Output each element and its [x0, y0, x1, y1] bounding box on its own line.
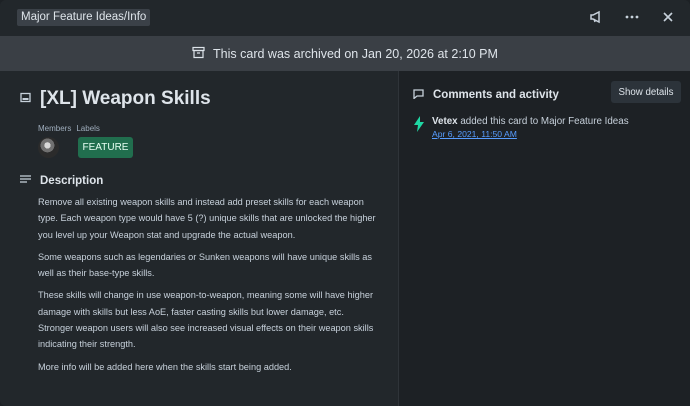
- activity-icon: [413, 86, 424, 104]
- label-badge[interactable]: FEATURE: [78, 137, 133, 158]
- card-modal: Major Feature Ideas/Info This card was a…: [0, 0, 690, 406]
- title-row: [XL] Weapon Skills: [20, 88, 211, 110]
- card-icon: [20, 90, 31, 108]
- meta-labels: Members Labels: [38, 124, 100, 133]
- archived-text: This card was archived on Jan 20, 2026 a…: [213, 46, 498, 61]
- description-icon: [20, 172, 31, 190]
- breadcrumb[interactable]: Major Feature Ideas/Info: [17, 9, 151, 26]
- lightning-icon: [413, 116, 425, 132]
- header-actions: [588, 9, 676, 25]
- modal-header: Major Feature Ideas/Info: [0, 0, 690, 36]
- activity-action: added this card to Major Feature Ideas: [457, 116, 629, 127]
- archive-icon: [192, 46, 205, 62]
- avatar[interactable]: [38, 137, 59, 158]
- description-heading: Description: [40, 175, 104, 187]
- activity-item: Vetex added this card to Major Feature I…: [413, 115, 678, 141]
- show-details-button[interactable]: Show details: [611, 81, 681, 103]
- description-header: Description: [20, 172, 103, 190]
- members-label: Members: [38, 124, 72, 133]
- activity-time-link[interactable]: Apr 6, 2021, 11:50 AM: [432, 128, 629, 141]
- card-title[interactable]: [XL] Weapon Skills: [40, 88, 211, 110]
- description-paragraph: More info will be added here when the sk…: [38, 361, 292, 372]
- card-main: [XL] Weapon Skills Members Labels FEATUR…: [0, 71, 398, 406]
- description-body[interactable]: Remove all existing weapon skills and in…: [38, 194, 376, 381]
- more-icon[interactable]: [624, 9, 640, 25]
- megaphone-icon[interactable]: [588, 9, 604, 25]
- archived-banner: This card was archived on Jan 20, 2026 a…: [0, 36, 690, 71]
- activity-header: Comments and activity: [413, 86, 559, 104]
- labels-label: Labels: [76, 124, 100, 133]
- description-paragraph: These skills will change in use weapon-t…: [38, 290, 374, 350]
- description-paragraph: Remove all existing weapon skills and in…: [38, 197, 376, 240]
- description-paragraph: Some weapons such as legendaries or Sunk…: [38, 251, 373, 279]
- close-icon[interactable]: [660, 9, 676, 25]
- activity-heading: Comments and activity: [433, 89, 559, 101]
- activity-text: Vetex added this card to Major Feature I…: [432, 115, 629, 141]
- activity-panel: Comments and activity Show details Vetex…: [398, 71, 690, 406]
- activity-user[interactable]: Vetex: [432, 116, 458, 127]
